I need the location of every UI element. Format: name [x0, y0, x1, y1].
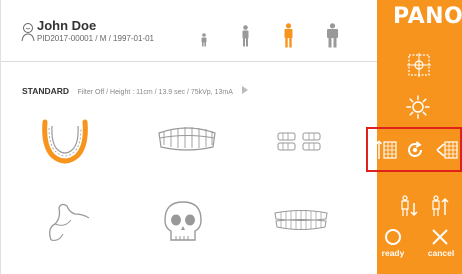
patient-name: John Doe [37, 18, 97, 33]
height-up-icon[interactable] [430, 193, 450, 219]
bitewing-side-mode-icon[interactable] [277, 132, 321, 152]
medium-adult-size-icon[interactable] [283, 23, 294, 48]
protocol-row[interactable]: STANDARD Filter Off / Height : 11cm / 13… [22, 84, 249, 98]
skull-mode-icon[interactable] [163, 200, 203, 244]
patient-avatar-icon [21, 23, 35, 42]
small-adult-size-icon[interactable] [241, 25, 250, 47]
standard-arch-mode-icon[interactable] [39, 118, 91, 166]
cancel-label[interactable]: cancel [422, 248, 460, 258]
pano-title: PANO [393, 4, 462, 29]
patient-info: PID2017-00001 / M / 1997-01-01 [37, 34, 154, 43]
ready-label[interactable]: ready [377, 248, 409, 258]
main-area: John Doe PID2017-00001 / M / 1997-01-01 [0, 0, 378, 274]
protocol-name: STANDARD [22, 86, 70, 96]
tmj-mode-icon[interactable] [41, 200, 93, 244]
protocol-expand-arrow-icon[interactable] [242, 85, 249, 94]
height-down-icon[interactable] [399, 195, 419, 219]
protocol-params: Filter Off / Height : 11cm / 13.9 sec / … [77, 89, 233, 96]
full-bitewing-mode-icon[interactable] [273, 208, 329, 232]
positioning-target-icon[interactable] [406, 52, 432, 78]
cancel-icon[interactable] [431, 228, 449, 246]
ready-icon[interactable] [384, 228, 402, 246]
patient-header: John Doe PID2017-00001 / M / 1997-01-01 [1, 0, 378, 62]
highlight-box [366, 127, 462, 172]
bitewing-front-mode-icon[interactable] [156, 123, 218, 151]
large-adult-size-icon[interactable] [326, 23, 339, 48]
light-beam-icon[interactable] [406, 95, 430, 119]
child-size-icon[interactable] [200, 33, 208, 47]
